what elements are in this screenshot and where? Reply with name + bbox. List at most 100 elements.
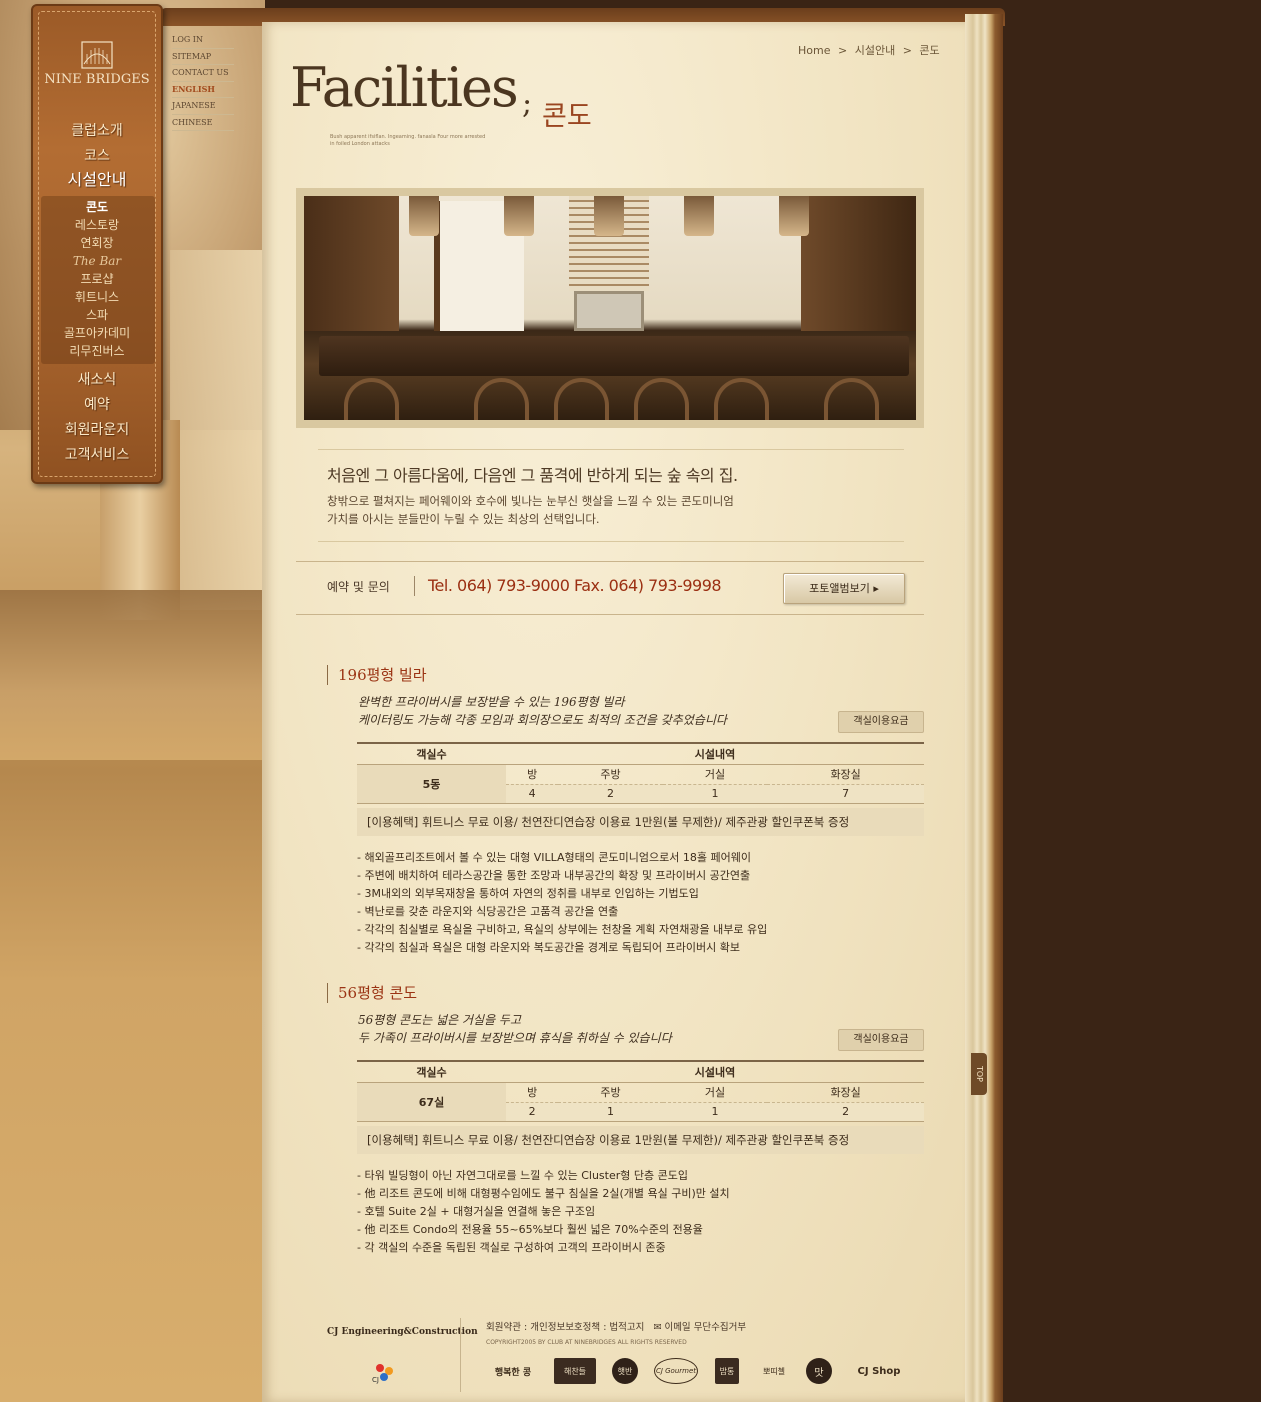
section-desc-condo: 56평형 콘도는 넓은 거실을 두고 두 가족이 프라이버시를 보장받으며 휴식…	[358, 1011, 672, 1047]
page-title-separator: ;	[522, 86, 533, 121]
submenu-condo[interactable]: 콘도	[33, 198, 161, 216]
divider	[318, 449, 904, 450]
bridge-emblem-icon	[81, 41, 113, 69]
section-desc-villa: 완벽한 프라이버시를 보장받을 수 있는 196평형 빌라 케이터링도 가능해 …	[358, 693, 727, 729]
menu-customer-service[interactable]: 고객서비스	[33, 443, 161, 468]
list-item: - 해외골프리조트에서 볼 수 있는 대형 VILLA형태의 콘도미니엄으로서 …	[357, 851, 751, 864]
cj-engineering-logo: CJ Engineering&Construction	[327, 1327, 478, 1337]
villa-spec-table: 객실수 시설내역 5동 방 주방 거실 화장실 4 2 1 7	[357, 742, 924, 804]
footer-divider	[460, 1318, 461, 1392]
photo-chair	[634, 378, 689, 420]
brand-logo[interactable]: 행복한 콩	[486, 1358, 540, 1384]
submenu-restaurant[interactable]: 레스토랑	[33, 216, 161, 234]
section-title-condo: 56평형 콘도	[327, 983, 417, 1003]
col-bathroom: 화장실	[767, 1082, 924, 1103]
room-fee-button[interactable]: 객실이용요금	[838, 1029, 924, 1051]
list-item: - 3M내외의 외부목재창을 통하여 자연의 정취를 내부로 인입하는 기법도입	[357, 887, 699, 900]
col-living-room: 거실	[662, 1082, 768, 1103]
intro-line: 가치를 아시는 분들만이 누릴 수 있는 최상의 선택입니다.	[327, 512, 600, 526]
link-contact-us[interactable]: CONTACT US	[172, 65, 234, 82]
menu-member-lounge[interactable]: 회원라운지	[33, 418, 161, 443]
brand-logo[interactable]: 맛	[806, 1358, 832, 1384]
logo-name: NINE BRIDGES	[44, 72, 150, 87]
nine-bridges-logo[interactable]: NINE BRIDGES	[33, 40, 161, 87]
condo-spec-table: 객실수 시설내역 67실 방 주방 거실 화장실 2 1 1 2	[357, 1060, 924, 1122]
menu-course[interactable]: 코스	[33, 144, 161, 168]
submenu-banquet[interactable]: 연회장	[33, 234, 161, 252]
footer-link-legal[interactable]: 법적고지	[609, 1322, 644, 1333]
copyright: COPYRIGHT2005 BY CLUB AT NINEBRIDGES ALL…	[486, 1339, 687, 1346]
submenu-limousine[interactable]: 리무진버스	[33, 342, 161, 360]
condo-feature-list: - 타워 빌딩형이 아닌 자연그대로를 느낄 수 있는 Cluster형 단층 …	[357, 1167, 730, 1257]
col-kitchen: 주방	[558, 1082, 663, 1103]
condo-photo-frame	[296, 188, 924, 428]
section-desc-line: 완벽한 프라이버시를 보장받을 수 있는 196평형 빌라	[358, 695, 625, 709]
benefit-banner: [이용혜택] 휘트니스 무료 이용/ 천연잔디연습장 이용료 1만원(볼 무제한…	[357, 1126, 924, 1154]
photo-album-button[interactable]: 포토앨범보기 ▸	[783, 573, 905, 604]
submenu-golf-academy[interactable]: 골프아카데미	[33, 324, 161, 342]
col-bedroom: 방	[506, 764, 559, 785]
col-header-facility: 시설내역	[506, 742, 924, 765]
page-title-subtext: Bush apparent ifsiflan. Ingeaming. fanas…	[330, 134, 486, 147]
list-item: - 각 객실의 수준을 독립된 객실로 구성하여 고객의 프라이버시 존중	[357, 1241, 666, 1254]
link-japanese[interactable]: JAPANESE	[172, 98, 234, 115]
photo-chair	[714, 378, 769, 420]
menu-reservation[interactable]: 예약	[33, 393, 161, 418]
photo-chair	[344, 378, 399, 420]
brand-logo[interactable]: 해찬들	[554, 1358, 596, 1384]
photo-chair	[824, 378, 879, 420]
bedroom-value: 4	[506, 784, 559, 804]
bathroom-value: 2	[767, 1102, 924, 1122]
photo-wall-left	[304, 196, 399, 331]
photo-dining-table	[319, 336, 909, 376]
submenu-proshop[interactable]: 프로샵	[33, 270, 161, 288]
section-desc-line: 두 가족이 프라이버시를 보장받으며 휴식을 취하실 수 있습니다	[358, 1031, 672, 1045]
scroll-top-button[interactable]: TOP	[971, 1053, 987, 1095]
breadcrumb-facilities[interactable]: 시설안내	[855, 44, 895, 57]
link-login[interactable]: LOG IN	[172, 32, 234, 49]
link-chinese[interactable]: CHINESE	[172, 115, 234, 131]
cj-logo-text: CJ	[372, 1376, 379, 1384]
reflecting-floor	[0, 590, 265, 760]
menu-news[interactable]: 새소식	[33, 368, 161, 393]
page-title-korean: 콘도	[542, 101, 592, 132]
submenu-fitness[interactable]: 휘트니스	[33, 288, 161, 306]
villa-feature-list: - 해외골프리조트에서 볼 수 있는 대형 VILLA형태의 콘도미니엄으로서 …	[357, 849, 767, 957]
footer-link-privacy[interactable]: 개인정보보호정책	[530, 1322, 600, 1333]
room-fee-button[interactable]: 객실이용요금	[838, 711, 924, 733]
room-count-cell: 5동	[357, 764, 506, 804]
breadcrumb-home[interactable]: Home	[798, 44, 830, 57]
col-header-count: 객실수	[357, 1060, 506, 1083]
photo-wall-right	[801, 196, 916, 331]
intro-headline: 처음엔 그 아름다움에, 다음엔 그 품격에 반하게 되는 숲 속의 집.	[327, 466, 738, 485]
list-item: - 주변에 배치하여 테라스공간을 통한 조망과 내부공간의 확장 및 프라이버…	[357, 869, 751, 882]
brand-logo[interactable]: 햇반	[612, 1358, 638, 1384]
footer-link-no-email[interactable]: 이메일 무단수집거부	[664, 1322, 746, 1333]
photo-pendant-lamp	[594, 196, 624, 236]
col-kitchen: 주방	[558, 764, 663, 785]
footer-link-terms[interactable]: 회원약관	[486, 1322, 521, 1333]
link-sitemap[interactable]: SITEMAP	[172, 49, 234, 65]
brand-logo[interactable]: CJ Gourmet	[654, 1358, 698, 1384]
list-item: - 호텔 Suite 2실 + 대형거실을 연결해 놓은 구조임	[357, 1205, 596, 1218]
link-english[interactable]: ENGLISH	[172, 82, 234, 98]
brand-logo[interactable]: 뽀띠첼	[756, 1358, 792, 1384]
footer-links: 회원약관 : 개인정보보호정책 : 법적고지 ✉ 이메일 무단수집거부	[486, 1322, 747, 1333]
facilities-submenu: 콘도 레스토랑 연회장 The Bar 프로샵 휘트니스 스파 골프아카데미 리…	[33, 198, 161, 360]
list-item: - 각각의 침실과 욕실은 대형 라운지와 복도공간을 경계로 독립되어 프라이…	[357, 941, 741, 954]
bathroom-value: 7	[767, 784, 924, 804]
breadcrumb-separator: >	[837, 44, 848, 57]
photo-chair	[474, 378, 529, 420]
room-count-cell: 67실	[357, 1082, 506, 1122]
section-desc-line: 케이터링도 가능해 각종 모임과 회의장으로도 최적의 조건을 갖추었습니다	[358, 713, 727, 727]
menu-facilities[interactable]: 시설안내	[33, 168, 161, 192]
section-title-villa: 196평형 빌라	[327, 665, 427, 685]
benefit-banner: [이용혜택] 휘트니스 무료 이용/ 천연잔디연습장 이용료 1만원(볼 무제한…	[357, 808, 924, 836]
menu-club[interactable]: 클럽소개	[33, 118, 161, 144]
submenu-the-bar[interactable]: The Bar	[33, 252, 161, 270]
submenu-spa[interactable]: 스파	[33, 306, 161, 324]
brand-logo[interactable]: 밥통	[715, 1358, 739, 1384]
brand-logo[interactable]: CJ Shop	[848, 1358, 910, 1384]
list-item: - 他 리조트 Condo의 전용율 55~65%보다 훨씬 넓은 70%수준의…	[357, 1223, 703, 1236]
book-page-edges	[965, 14, 1003, 1402]
